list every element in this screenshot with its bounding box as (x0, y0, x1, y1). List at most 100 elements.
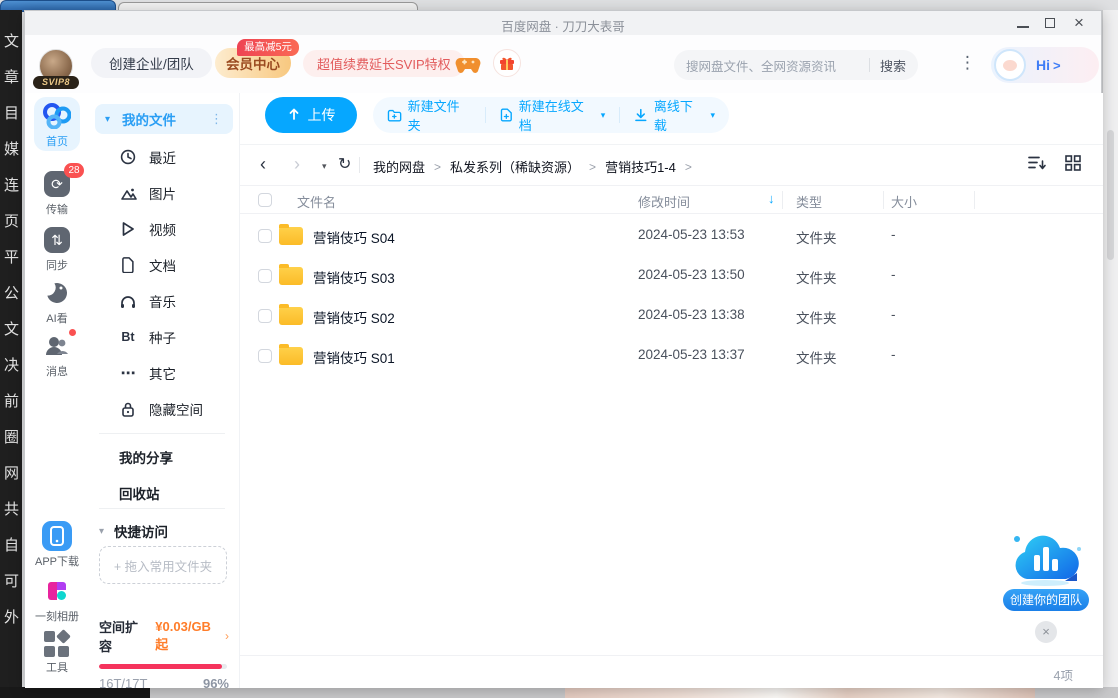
sort-descending-icon[interactable]: ↓ (768, 191, 775, 206)
rail-item-transfer[interactable]: ⟳ 28 传输 (25, 163, 89, 217)
breadcrumb-item-series[interactable]: 私发系列（稀缺资源） (450, 157, 580, 176)
table-row[interactable]: 营销伎巧 S04 2024-05-23 13:53 文件夹 - (240, 216, 1103, 256)
forward-icon[interactable]: › (294, 154, 300, 175)
sort-list-icon[interactable] (1028, 155, 1047, 171)
breadcrumb-item-current[interactable]: 营销技巧1-4 (605, 157, 676, 176)
rail-label: AI看 (46, 313, 68, 325)
column-header-name[interactable]: 文件名 (297, 192, 336, 211)
column-header-time[interactable]: 修改时间 (638, 192, 690, 211)
upload-icon (289, 108, 298, 120)
column-divider (782, 191, 783, 209)
breadcrumb-separator[interactable]: > (685, 160, 692, 174)
rail-label: 一刻相册 (35, 611, 79, 623)
close-icon[interactable]: × (1071, 14, 1087, 31)
table-row[interactable]: 营销伎巧 S03 2024-05-23 13:50 文件夹 - (240, 256, 1103, 296)
rail-item-home[interactable]: 首页 (25, 101, 89, 149)
create-team-promo-button[interactable]: 创建你的团队 (1003, 589, 1089, 611)
view-toggle-icons (1028, 155, 1081, 171)
file-name[interactable]: 营销伎巧 S03 (313, 267, 395, 287)
more-options-icon[interactable]: ⋮ (959, 53, 976, 73)
team-cloud-icon[interactable] (1003, 529, 1089, 587)
folder-icon (279, 304, 303, 325)
row-checkbox[interactable] (258, 349, 272, 363)
rail-label: APP下载 (34, 556, 79, 568)
rail-item-album[interactable]: 一刻相册 (25, 576, 89, 624)
row-checkbox[interactable] (258, 229, 272, 243)
search-button[interactable]: 搜索 (880, 56, 906, 75)
sidebar-item-other[interactable]: ⋯ 其它 (95, 355, 233, 391)
grid-view-icon[interactable] (1065, 155, 1081, 171)
ellipsis-icon: ⋯ (120, 365, 136, 382)
minimize-icon[interactable] (1017, 19, 1029, 28)
sidebar-item-recent[interactable]: 最近 (95, 139, 233, 175)
gift-icon[interactable] (493, 49, 521, 77)
rail-item-ai[interactable]: AI看 (25, 278, 89, 326)
file-name[interactable]: 营销伎巧 S02 (313, 307, 395, 327)
window-controls: × (1017, 14, 1087, 32)
more-vertical-icon[interactable]: ⋮ (210, 111, 223, 127)
rail-item-message[interactable]: 消息 (25, 329, 89, 379)
table-row[interactable]: 营销伎巧 S01 2024-05-23 13:37 文件夹 - (240, 336, 1103, 376)
sidebar-item-my-files[interactable]: ▾ 我的文件 ⋮ (95, 104, 233, 134)
caret-down-icon[interactable]: ▾ (105, 114, 110, 125)
assistant-face (1003, 60, 1017, 71)
breadcrumb-item-root[interactable]: 我的网盘 (373, 157, 425, 176)
sidebar-section-quick-access[interactable]: ▾ 快捷访问 (99, 521, 168, 541)
caret-down-icon[interactable]: ▾ (99, 526, 104, 537)
new-doc-label: 新建在线文档 (518, 99, 584, 133)
sidebar-item-documents[interactable]: 文档 (95, 247, 233, 283)
row-checkbox[interactable] (258, 309, 272, 323)
promo-close-icon[interactable]: × (1035, 621, 1057, 643)
row-checkbox[interactable] (258, 269, 272, 283)
bt-icon: Bt (121, 330, 135, 344)
rail-label: 首页 (46, 136, 68, 148)
file-type: 文件夹 (796, 351, 837, 366)
user-avatar[interactable]: SVIP8 (33, 49, 79, 89)
sidebar-item-label: 文档 (149, 259, 176, 274)
back-icon[interactable]: ‹ (260, 154, 266, 175)
main-content: 上传 新建文件夹 新建在线文档 ▾ 离线下载 ▾ ‹ › ▾ ↻ 我的网盘 > … (240, 93, 1103, 688)
upload-button[interactable]: 上传 (265, 97, 357, 133)
column-divider (974, 191, 975, 209)
sidebar-item-pictures[interactable]: 图片 (95, 175, 233, 211)
maximize-icon[interactable] (1045, 18, 1055, 28)
sidebar-item-torrent[interactable]: Bt 种子 (95, 319, 233, 355)
titlebar: 百度网盘 · 刀刀大表哥 × (25, 11, 1101, 35)
netdisk-logo-icon (42, 101, 72, 131)
new-folder-button[interactable]: 新建文件夹 (373, 96, 485, 134)
renew-svip-button[interactable]: 超值续费延长SVIP特权 (303, 50, 465, 77)
column-header-size[interactable]: 大小 (891, 192, 917, 211)
rail-label: 同步 (46, 260, 68, 272)
sidebar-item-recycle-bin[interactable]: 回收站 (119, 483, 160, 503)
sidebar-item-videos[interactable]: 视频 (95, 211, 233, 247)
drop-folder-zone[interactable]: + 拖入常用文件夹 (99, 546, 227, 584)
sidebar-item-music[interactable]: 音乐 (95, 283, 233, 319)
assistant-button[interactable]: Hi > (991, 47, 1099, 83)
chevron-right-icon: › (225, 629, 229, 643)
file-name[interactable]: 营销伎巧 S04 (313, 227, 395, 247)
search-input[interactable]: 搜网盘文件、全网资源资讯 搜索 (674, 50, 918, 80)
sidebar-item-hidden-space[interactable]: 隐藏空间 (95, 391, 233, 427)
app-download-icon (42, 521, 72, 551)
file-size: - (891, 227, 896, 242)
background-window-strip: 文 章 目 媒 连 页 平 公 文 决 前 圈 网 共 自 可 外 (0, 10, 22, 687)
table-row[interactable]: 营销伎巧 S02 2024-05-23 13:38 文件夹 - (240, 296, 1103, 336)
game-icon[interactable] (455, 53, 481, 75)
storage-price[interactable]: ¥0.03/GB起 (155, 619, 223, 653)
column-header-type[interactable]: 类型 (796, 192, 822, 211)
create-team-button[interactable]: 创建企业/团队 (91, 48, 212, 78)
rail-item-sync[interactable]: ⇅ 同步 (25, 225, 89, 273)
download-icon (635, 108, 647, 122)
file-size: - (891, 307, 896, 322)
select-all-checkbox[interactable] (258, 192, 272, 207)
offline-download-button[interactable]: 离线下载 ▾ (620, 96, 729, 134)
file-name[interactable]: 营销伎巧 S01 (313, 347, 395, 367)
rail-item-tools[interactable]: 工具 (25, 629, 89, 675)
new-online-doc-button[interactable]: 新建在线文档 ▾ (486, 96, 619, 134)
rail-item-app-download[interactable]: APP下载 (25, 521, 89, 569)
refresh-icon[interactable]: ↻ (338, 154, 351, 174)
storage-expand-label[interactable]: 空间扩容 (99, 617, 150, 655)
history-caret-icon[interactable]: ▾ (322, 161, 327, 172)
sidebar-item-my-share[interactable]: 我的分享 (119, 447, 173, 467)
assistant-greeting: Hi (1036, 57, 1050, 73)
